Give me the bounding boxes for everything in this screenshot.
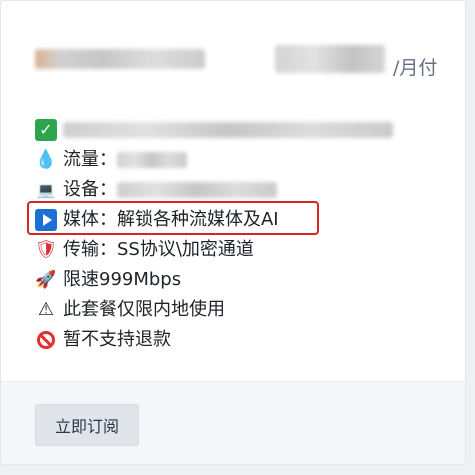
feature-text-redacted bbox=[63, 122, 393, 138]
feature-item-traffic: 💧 流量： bbox=[35, 145, 455, 175]
card-footer: 立即订阅 bbox=[1, 381, 465, 464]
feature-label: 暂不支持退款 bbox=[63, 329, 171, 350]
feature-list: ✓ 💧 流量： 💻 设备： 媒体：解锁各种流媒体及AI 🛡 传输：SS协议\加密… bbox=[35, 115, 455, 355]
feature-label: 流量： bbox=[63, 149, 117, 170]
feature-item-1: ✓ bbox=[35, 115, 455, 145]
feature-label: 传输：SS协议\加密通道 bbox=[63, 239, 254, 260]
warning-icon: ⚠ bbox=[37, 299, 55, 320]
plan-header: /月付 bbox=[35, 41, 445, 85]
feature-item-refund: 暂不支持退款 bbox=[35, 325, 455, 355]
plan-card: /月付 ✓ 💧 流量： 💻 设备： 媒体：解锁各种流媒体及AI 🛡 传输：SS协… bbox=[0, 0, 466, 465]
feature-item-speed: 🚀 限速999Mbps bbox=[35, 265, 455, 295]
feature-label: 此套餐仅限内地使用 bbox=[63, 299, 225, 320]
traffic-value-redacted bbox=[117, 152, 187, 168]
shield-icon: 🛡 bbox=[34, 239, 58, 260]
plan-name-redacted bbox=[35, 49, 205, 69]
feature-item-region: ⚠ 此套餐仅限内地使用 bbox=[35, 295, 455, 325]
feature-item-transport: 🛡 传输：SS协议\加密通道 bbox=[35, 235, 455, 265]
droplet-icon: 💧 bbox=[34, 149, 58, 170]
prohibited-icon bbox=[35, 329, 57, 351]
laptop-icon: 💻 bbox=[36, 181, 56, 199]
annotation-highlight-box bbox=[27, 201, 319, 235]
plan-price-redacted bbox=[275, 45, 385, 73]
check-icon: ✓ bbox=[35, 119, 57, 141]
feature-label: 限速999Mbps bbox=[63, 269, 182, 290]
subscribe-button[interactable]: 立即订阅 bbox=[35, 404, 139, 446]
devices-value-redacted bbox=[117, 182, 277, 198]
billing-period: /月付 bbox=[393, 57, 438, 79]
rocket-icon: 🚀 bbox=[35, 270, 57, 290]
